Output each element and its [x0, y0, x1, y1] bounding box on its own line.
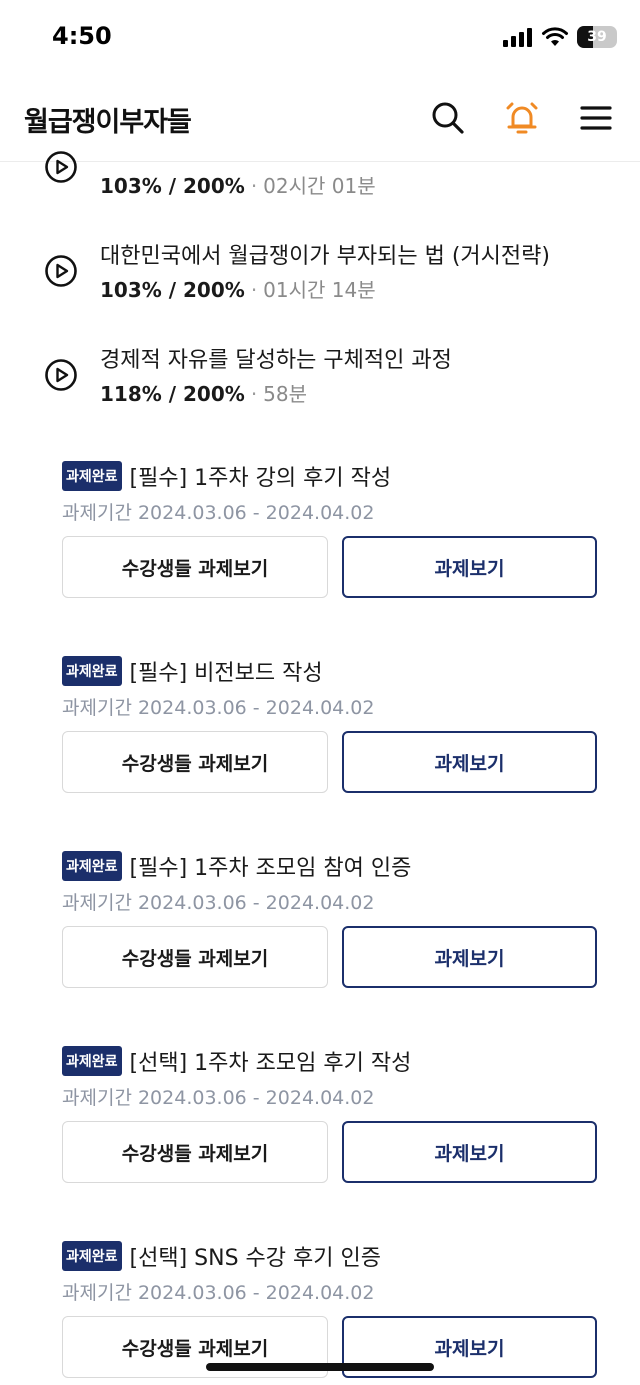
lecture-progress: 118% / 200% [100, 382, 245, 406]
cellular-signal-icon [503, 28, 532, 47]
assignment-period: 과제기간 2024.03.06 - 2024.04.02 [62, 1282, 375, 1304]
view-students-assignments-button[interactable]: 수강생들 과제보기 [62, 731, 328, 793]
play-icon[interactable] [44, 358, 78, 392]
assignment-title: [선택] SNS 수강 후기 인증 [129, 1246, 381, 1271]
view-students-assignments-button[interactable]: 수강생들 과제보기 [62, 536, 328, 598]
assignment-card: 과제완료 [필수] 1주차 강의 후기 작성 과제기간 2024.03.06 -… [62, 460, 598, 620]
view-assignment-button[interactable]: 과제보기 [342, 926, 597, 988]
assignment-period: 과제기간 2024.03.06 - 2024.04.02 [62, 1087, 375, 1109]
view-students-assignments-button[interactable]: 수강생들 과제보기 [62, 926, 328, 988]
lecture-item[interactable]: 대한민국에서 월급쟁이가 부자되는 법 (거시전략) 103% / 200% · 0… [44, 238, 604, 302]
assignment-title: [선택] 1주차 조모임 후기 작성 [129, 1051, 412, 1076]
lecture-duration: 58분 [263, 382, 308, 406]
lecture-meta: 103% / 200% · 02시간 01분 [100, 174, 376, 198]
lecture-meta: 118% / 200% · 58분 [100, 382, 308, 406]
status-badge: 과제완료 [62, 461, 122, 491]
play-icon[interactable] [44, 150, 78, 184]
search-button[interactable] [428, 98, 468, 138]
status-badge: 과제완료 [62, 1241, 122, 1271]
status-badge: 과제완료 [62, 656, 122, 686]
lecture-item[interactable]: 경제적 자유를 달성하는 구체적인 과정 118% / 200% · 58분 [44, 342, 604, 406]
view-assignment-button[interactable]: 과제보기 [342, 731, 597, 793]
assignment-title: [필수] 1주차 조모임 참여 인증 [129, 856, 412, 881]
lecture-progress: 103% / 200% [100, 174, 245, 198]
view-assignment-button[interactable]: 과제보기 [342, 536, 597, 598]
lecture-meta: 103% / 200% · 01시간 14분 [100, 278, 376, 302]
assignment-card: 과제완료 [필수] 1주차 조모임 참여 인증 과제기간 2024.03.06 … [62, 850, 598, 1010]
notification-button[interactable] [502, 98, 542, 138]
status-icons: 39 [503, 26, 617, 48]
assignment-card: 과제완료 [필수] 비전보드 작성 과제기간 2024.03.06 - 2024… [62, 655, 598, 815]
assignment-card: 과제완료 [선택] 1주차 조모임 후기 작성 과제기간 2024.03.06 … [62, 1045, 598, 1205]
lecture-duration: 01시간 14분 [263, 278, 376, 302]
menu-icon [580, 106, 612, 130]
lecture-progress: 103% / 200% [100, 278, 245, 302]
lecture-title: 대한민국에서 월급쟁이가 부자되는 법 (거시전략) [100, 244, 550, 269]
lecture-title: 경제적 자유를 달성하는 구체적인 과정 [100, 348, 452, 373]
view-students-assignments-button[interactable]: 수강생들 과제보기 [62, 1121, 328, 1183]
battery-icon: 39 [577, 26, 617, 48]
assignment-period: 과제기간 2024.03.06 - 2024.04.02 [62, 697, 375, 719]
assignment-period: 과제기간 2024.03.06 - 2024.04.02 [62, 502, 375, 524]
assignment-title: [필수] 비전보드 작성 [129, 661, 323, 686]
view-assignment-button[interactable]: 과제보기 [342, 1121, 597, 1183]
assignment-period: 과제기간 2024.03.06 - 2024.04.02 [62, 892, 375, 914]
assignment-title: [필수] 1주차 강의 후기 작성 [129, 466, 392, 491]
status-time: 4:50 [52, 22, 112, 50]
battery-percent: 39 [587, 29, 607, 45]
play-icon[interactable] [44, 254, 78, 288]
status-bar: 4:50 39 [0, 0, 640, 78]
search-icon [432, 102, 464, 134]
status-badge: 과제완료 [62, 1046, 122, 1076]
home-indicator[interactable] [206, 1363, 434, 1371]
status-badge: 과제완료 [62, 851, 122, 881]
lecture-item[interactable]: 103% / 200% · 02시간 01분 [44, 134, 604, 198]
lecture-duration: 02시간 01분 [263, 174, 376, 198]
wifi-icon [542, 27, 568, 46]
menu-button[interactable] [576, 98, 616, 138]
bell-icon [506, 102, 538, 134]
